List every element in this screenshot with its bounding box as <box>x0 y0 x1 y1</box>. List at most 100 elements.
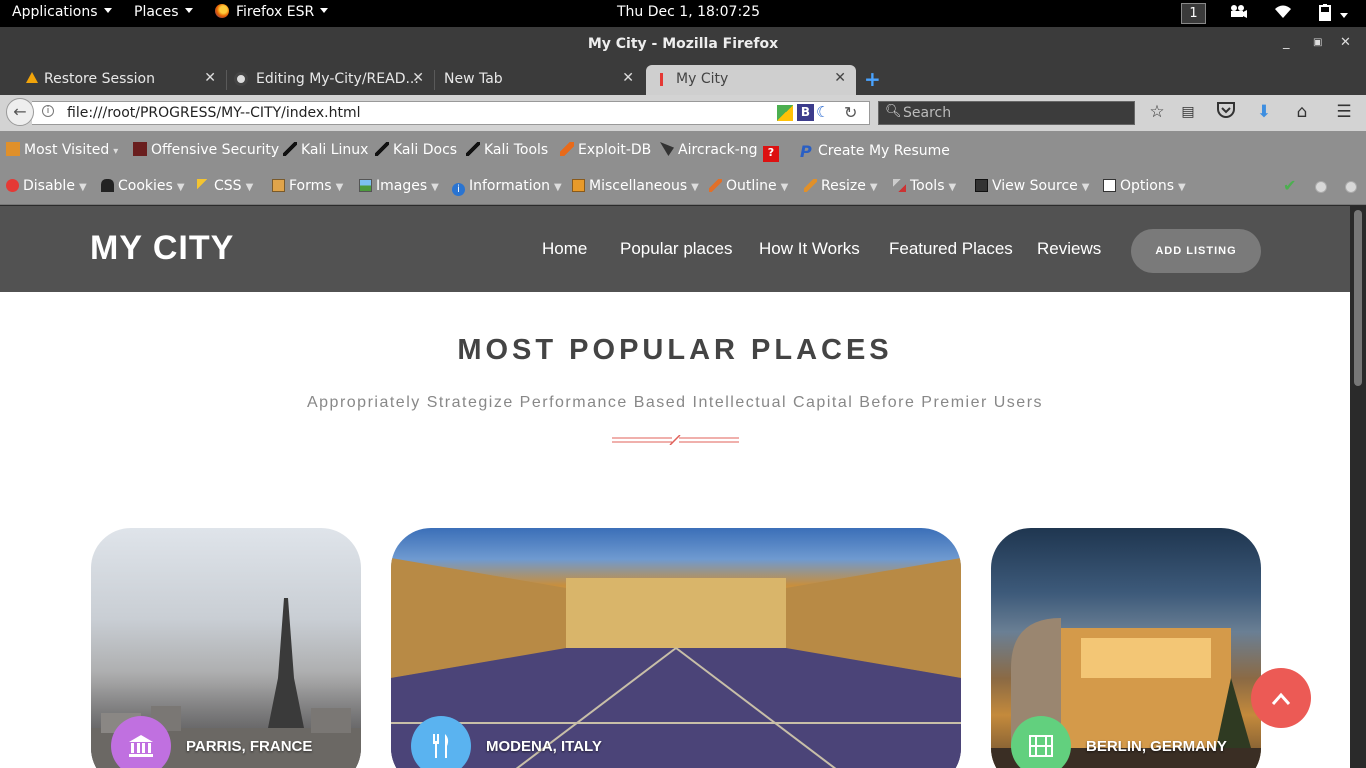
webdev-css-menu[interactable]: CSS ▼ <box>197 178 253 194</box>
bookmark-create-my-resume[interactable]: P Create My Resume <box>800 142 950 161</box>
menu-label: Images <box>376 178 428 194</box>
webdev-resize-menu[interactable]: Resize ▼ <box>804 178 878 194</box>
camera-icon[interactable] <box>1229 3 1247 23</box>
webdev-outline-menu[interactable]: Outline ▼ <box>709 178 788 194</box>
js-status-icon[interactable] <box>1345 181 1357 193</box>
reading-list-icon[interactable]: ▤ <box>1178 102 1198 122</box>
bookmark-star-icon[interactable]: ☆ <box>1147 102 1167 122</box>
nav-featured-places[interactable]: Featured Places <box>889 239 1013 259</box>
info-icon[interactable]: i <box>42 105 54 117</box>
menu-label: Information <box>469 178 551 194</box>
menu-label: Tools <box>910 178 945 194</box>
search-icon: 🔍︎ <box>885 104 902 119</box>
download-icon[interactable]: ⬇ <box>1254 102 1274 122</box>
pocket-icon[interactable] <box>1216 102 1236 122</box>
b-extension-icon[interactable]: B <box>797 104 814 121</box>
red-question-icon: ? <box>763 146 779 162</box>
search-input[interactable]: 🔍︎ Search <box>878 101 1135 125</box>
hamburger-menu-icon[interactable]: ☰ <box>1334 102 1354 122</box>
menu-label: Forms <box>289 178 332 194</box>
fork-knife-icon <box>411 716 471 768</box>
tools-icon <box>893 179 906 192</box>
new-tab-plus-icon[interactable]: + <box>864 67 881 91</box>
close-window-icon[interactable]: ✕ <box>1340 35 1351 50</box>
reload-icon[interactable]: ↻ <box>844 103 857 122</box>
webdev-forms-menu[interactable]: Forms ▼ <box>272 178 343 194</box>
bookmark-label: Exploit-DB <box>578 142 652 158</box>
nav-popular-places[interactable]: Popular places <box>620 239 732 259</box>
page-scrollbar[interactable] <box>1350 206 1366 768</box>
bookmark-aircrack-ng[interactable]: Aircrack-ng <box>660 142 758 158</box>
bookmark-label: Offensive Security <box>151 142 280 158</box>
firefox-app-menu[interactable]: Firefox ESR <box>215 4 329 20</box>
place-card-paris[interactable]: PARRIS, FRANCE <box>91 528 361 768</box>
bookmark-label: Aircrack-ng <box>678 142 758 158</box>
section-divider <box>612 435 739 445</box>
tab-label: New Tab <box>444 71 503 87</box>
css-status-icon[interactable] <box>1315 181 1327 193</box>
webdev-disable-menu[interactable]: Disable ▼ <box>6 178 87 194</box>
offsec-icon <box>133 142 147 156</box>
wifi-icon[interactable] <box>1274 3 1292 23</box>
kali-dragon-icon <box>466 142 480 156</box>
back-button[interactable]: ← <box>6 98 34 126</box>
tab-new-tab[interactable]: New Tab ✕ <box>436 65 644 95</box>
url-text[interactable]: file:///root/PROGRESS/MY--CITY/index.htm… <box>67 105 361 121</box>
firefox-icon <box>215 4 229 18</box>
add-listing-button[interactable]: ADD LISTING <box>1131 229 1261 273</box>
webdev-cookies-menu[interactable]: Cookies ▼ <box>101 178 185 194</box>
bookmark-kali-docs[interactable]: Kali Docs <box>375 142 457 158</box>
bookmark-exploit-db[interactable]: Exploit-DB <box>560 142 651 158</box>
nav-home[interactable]: Home <box>542 239 587 259</box>
bookmark-most-visited[interactable]: Most Visited ▾ <box>6 142 118 158</box>
places-menu[interactable]: Places <box>134 4 193 20</box>
url-bar[interactable]: i file:///root/PROGRESS/MY--CITY/index.h… <box>32 101 870 125</box>
close-tab-icon[interactable]: ✕ <box>204 70 216 86</box>
site-header: MY CITY Home Popular places How It Works… <box>0 206 1350 292</box>
bookmark-label: Most Visited <box>24 142 110 158</box>
home-icon[interactable]: ⌂ <box>1292 102 1312 122</box>
webdev-miscellaneous-menu[interactable]: Miscellaneous ▼ <box>572 178 699 194</box>
web-page: MY CITY Home Popular places How It Works… <box>0 206 1350 768</box>
webdev-images-menu[interactable]: Images ▼ <box>359 178 439 194</box>
webdev-tools-menu[interactable]: Tools ▼ <box>893 178 956 194</box>
workspace-indicator[interactable]: 1 <box>1181 3 1206 24</box>
place-card-berlin[interactable]: BERLIN, GERMANY <box>991 528 1261 768</box>
bookmark-label: Kali Docs <box>393 142 458 158</box>
webdev-options-menu[interactable]: Options ▼ <box>1103 178 1186 194</box>
webdev-view-source-menu[interactable]: View Source ▼ <box>975 178 1089 194</box>
back-to-top-button[interactable] <box>1251 668 1311 728</box>
map-extension-icon[interactable] <box>777 105 793 121</box>
validation-check-icon[interactable]: ✔ <box>1283 176 1296 195</box>
bookmark-offensive-security[interactable]: Offensive Security <box>133 142 279 158</box>
applications-menu[interactable]: Applications <box>12 4 112 20</box>
battery-icon[interactable] <box>1316 3 1348 25</box>
exploit-db-icon <box>560 142 574 156</box>
tab-editing-readme[interactable]: Editing My-City/READ... ✕ <box>228 65 435 95</box>
images-icon <box>359 179 372 192</box>
tab-my-city[interactable]: My City ✕ <box>646 65 856 95</box>
bookmark-kali-tools[interactable]: Kali Tools <box>466 142 548 158</box>
clock[interactable]: Thu Dec 1, 18:07:25 <box>617 4 760 20</box>
close-tab-icon[interactable]: ✕ <box>834 70 846 86</box>
window-title: My City - Mozilla Firefox <box>587 36 779 52</box>
maximize-icon[interactable]: ▣ <box>1313 37 1322 48</box>
window-title-bar: My City - Mozilla Firefox _ ▣ ✕ <box>0 27 1366 63</box>
close-tab-icon[interactable]: ✕ <box>412 70 424 86</box>
moon-extension-icon[interactable]: ☾ <box>816 103 829 121</box>
page-favicon-icon <box>660 73 663 86</box>
bookmark-help[interactable]: ? <box>763 142 783 162</box>
web-developer-toolbar: Disable ▼ Cookies ▼ CSS ▼ Forms ▼ Images ▼ iI… <box>0 169 1366 205</box>
bookmark-kali-linux[interactable]: Kali Linux <box>283 142 368 158</box>
close-tab-icon[interactable]: ✕ <box>622 70 634 86</box>
place-card-modena[interactable]: MODENA, ITALY <box>391 528 961 768</box>
folder-icon <box>6 142 20 156</box>
scrollbar-thumb[interactable] <box>1354 210 1362 386</box>
tab-restore-session[interactable]: Restore Session ✕ <box>20 65 227 95</box>
nav-how-it-works[interactable]: How It Works <box>759 239 860 259</box>
webdev-information-menu[interactable]: i Information ▼ <box>452 178 562 196</box>
nav-reviews[interactable]: Reviews <box>1037 239 1101 259</box>
bookmarks-toolbar: Most Visited ▾ Offensive Security Kali Li… <box>0 131 1366 169</box>
site-logo[interactable]: MY CITY <box>90 229 234 268</box>
minimize-icon[interactable]: _ <box>1283 35 1290 50</box>
